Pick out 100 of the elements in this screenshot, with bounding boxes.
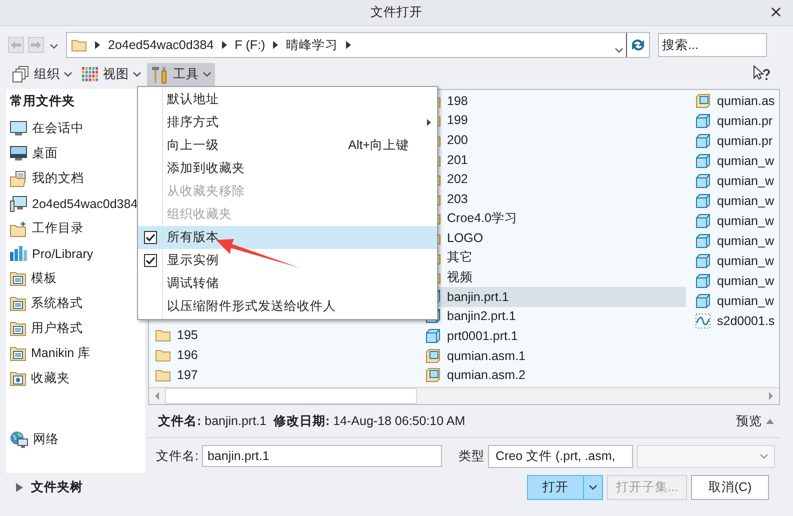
caret-icon xyxy=(133,72,141,77)
caret-icon xyxy=(203,72,211,77)
breadcrumb-item[interactable]: 晴峰学习 xyxy=(286,36,338,54)
monitor-icon xyxy=(10,121,27,136)
checkbox-checked-icon[interactable] xyxy=(144,231,156,244)
squiggle-icon xyxy=(695,313,711,329)
cube-box-icon xyxy=(425,348,441,364)
window-title: 文件打开 xyxy=(370,4,422,21)
cube-box-icon xyxy=(695,93,711,109)
scroll-left-icon[interactable] xyxy=(155,392,159,400)
filename-label: 文件名: xyxy=(156,448,198,464)
search-field[interactable]: 搜索... xyxy=(658,33,767,57)
cube-icon xyxy=(695,133,711,149)
refresh-icon[interactable] xyxy=(630,38,646,52)
file-item[interactable]: qumian_w xyxy=(694,251,779,271)
computer-icon xyxy=(10,196,27,212)
bar-chart-icon xyxy=(10,246,27,261)
sidebar-item[interactable]: Manikin 库 xyxy=(10,341,145,366)
breadcrumb-item[interactable]: 2o4ed54wac0d384 xyxy=(108,38,214,52)
cube-icon xyxy=(695,113,711,129)
file-details: 文件名: banjin.prt.1 修改日期: 14-Aug-18 06:50:10 AM xyxy=(158,412,466,430)
cube-icon xyxy=(695,293,711,309)
checkbox-checked-icon[interactable] xyxy=(144,254,156,267)
folder-icon xyxy=(155,328,171,342)
folder-list-icon xyxy=(10,271,26,286)
cube-icon xyxy=(695,253,711,269)
sidebar-item[interactable]: 用户格式 xyxy=(10,316,145,341)
address-bar[interactable]: 2o4ed54wac0d384 F (F:) 晴峰学习 xyxy=(66,32,650,58)
file-item[interactable]: qumian.asm.2 xyxy=(424,365,686,385)
caret-icon xyxy=(64,72,72,77)
toolbar-button[interactable]: 组织 xyxy=(8,62,76,86)
cube-box-icon xyxy=(425,367,441,384)
chevron-icon xyxy=(273,41,278,49)
submenu-arrow-icon xyxy=(427,119,431,126)
horizontal-scrollbar[interactable] xyxy=(149,387,779,404)
file-item[interactable]: qumian.pr xyxy=(694,131,779,151)
file-item[interactable]: s2d0001.s xyxy=(694,311,779,331)
file-item[interactable]: qumian.pr xyxy=(694,111,779,131)
chevron-icon xyxy=(222,41,227,49)
file-item[interactable]: qumian_w xyxy=(694,291,779,311)
folder-list-icon xyxy=(10,296,26,311)
grid-icon xyxy=(82,67,99,82)
network-globe-icon xyxy=(10,431,28,448)
chevron-icon xyxy=(346,41,352,49)
menu-item[interactable]: 所有版本 xyxy=(138,226,437,249)
preview-toggle[interactable]: 预览 xyxy=(736,412,762,430)
folder-tree-toggle[interactable]: 文件夹树 xyxy=(31,478,83,496)
dropdown-caret-icon xyxy=(615,48,623,53)
toolbar-button[interactable]: 视图 xyxy=(78,62,145,86)
dropdown-caret-icon xyxy=(589,484,598,490)
file-type-dropdown[interactable]: Creo 文件 (.prt, .asm, xyxy=(488,444,634,468)
back-button[interactable] xyxy=(8,37,24,53)
folder-icon xyxy=(71,38,87,52)
expand-arrow-icon[interactable] xyxy=(16,482,23,492)
sidebar-title: 常用文件夹 xyxy=(10,93,75,110)
folder-icon xyxy=(155,348,171,362)
cube-icon xyxy=(695,173,711,189)
dropdown-caret-icon xyxy=(760,454,768,458)
scroll-right-icon[interactable] xyxy=(769,392,773,400)
cube-icon xyxy=(695,273,711,289)
file-item[interactable]: 196 xyxy=(154,345,416,365)
collapse-caret-icon[interactable] xyxy=(766,418,774,424)
document-folder-icon xyxy=(10,170,27,186)
history-caret-icon xyxy=(50,44,58,49)
help-cursor-icon[interactable] xyxy=(753,65,771,81)
file-item[interactable]: qumian_w xyxy=(694,151,779,171)
forward-arrow-icon xyxy=(31,41,41,49)
folder-list-icon xyxy=(10,346,26,361)
file-item[interactable]: qumian_w xyxy=(694,231,779,251)
folder-list-icon xyxy=(10,321,26,336)
file-item[interactable]: qumian_w xyxy=(694,271,779,291)
file-item[interactable]: qumian_w xyxy=(694,211,779,231)
forward-button[interactable] xyxy=(28,37,44,53)
file-item[interactable]: qumian.as xyxy=(694,91,779,111)
shortcut-text: Alt+向上键 xyxy=(348,137,409,154)
file-item[interactable]: prt0001.prt.1 xyxy=(424,326,686,346)
filename-field[interactable]: banjin.prt.1 xyxy=(202,445,442,467)
menu-item[interactable]: 默认地址 xyxy=(138,88,437,111)
cube-icon xyxy=(425,328,441,344)
file-item[interactable]: 197 xyxy=(154,365,416,385)
cube-icon xyxy=(695,153,711,169)
file-item[interactable]: qumian.asm.1 xyxy=(424,346,686,366)
chevron-icon xyxy=(95,41,100,49)
breadcrumb-item[interactable]: F (F:) xyxy=(234,38,266,52)
cube-icon xyxy=(695,193,711,209)
close-icon[interactable] xyxy=(771,7,781,17)
file-item[interactable]: 195 xyxy=(154,325,416,345)
cube-icon xyxy=(695,233,711,249)
back-arrow-icon xyxy=(11,41,21,49)
file-item[interactable]: qumian_w xyxy=(694,191,779,211)
type-label: 类型 xyxy=(458,448,484,464)
cancel-button[interactable]: 取消(C) xyxy=(691,474,769,500)
sidebar-item[interactable]: 网络 xyxy=(10,427,145,452)
sidebar-item[interactable]: 收藏夹 xyxy=(10,366,145,391)
toolbar-button[interactable]: 工具 xyxy=(147,62,215,86)
folder-icon xyxy=(155,368,171,382)
file-item[interactable]: qumian_w xyxy=(694,171,779,191)
folder-star-icon xyxy=(10,220,27,236)
windows-stack-icon xyxy=(12,66,30,83)
open-button[interactable]: 打开 xyxy=(527,474,603,500)
